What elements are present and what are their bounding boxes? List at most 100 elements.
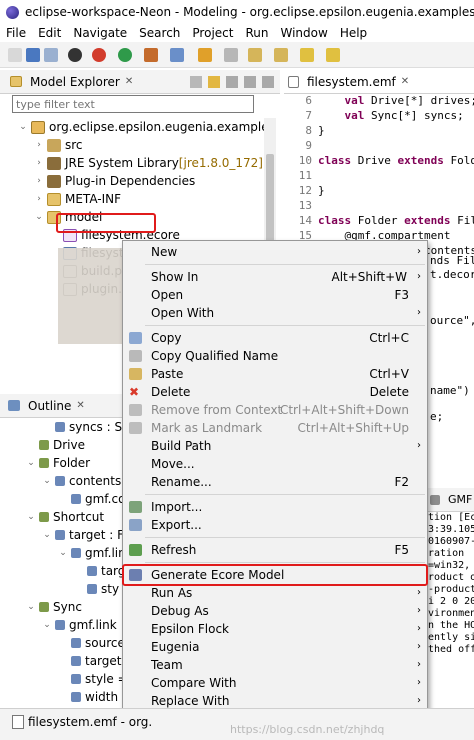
- menu-search[interactable]: Search: [133, 24, 186, 42]
- close-icon[interactable]: ✕: [125, 76, 133, 87]
- menu-item-run-as[interactable]: Run As ›: [123, 584, 427, 602]
- maximize-icon[interactable]: [262, 75, 274, 88]
- outline-item[interactable]: sty: [74, 580, 119, 598]
- view-menu-icon[interactable]: [226, 75, 238, 88]
- menu-item-show-in[interactable]: Show In Alt+Shift+W ›: [123, 268, 427, 286]
- menu-item-open-with[interactable]: Open With ›: [123, 304, 427, 322]
- menu-item-team[interactable]: Team ›: [123, 656, 427, 674]
- outline-item[interactable]: ⌄ Sync: [26, 598, 82, 616]
- outline-item[interactable]: width: [58, 688, 118, 706]
- new-icon[interactable]: [8, 48, 22, 62]
- chevron-down-icon[interactable]: ⌄: [18, 118, 28, 136]
- menu-file[interactable]: File: [0, 24, 32, 42]
- menu-item-eugenia[interactable]: Eugenia ›: [123, 638, 427, 656]
- save-all-icon[interactable]: [44, 48, 58, 62]
- menu-item-label: New: [151, 245, 178, 259]
- collapse-all-icon[interactable]: [190, 75, 202, 88]
- outline-item[interactable]: ⌄ Folder: [26, 454, 90, 472]
- menu-item-compare-with[interactable]: Compare With ›: [123, 674, 427, 692]
- chevron-down-icon[interactable]: ⌄: [34, 208, 44, 226]
- chevron-down-icon[interactable]: ⌄: [58, 544, 68, 562]
- filter-input[interactable]: [12, 95, 254, 113]
- outline-item[interactable]: style =: [58, 670, 122, 688]
- close-icon[interactable]: ✕: [401, 76, 409, 87]
- forward-icon[interactable]: [326, 48, 340, 62]
- chevron-down-icon[interactable]: ⌄: [42, 472, 52, 490]
- emf-file-icon: [288, 75, 299, 88]
- prev-annotation-icon[interactable]: [274, 48, 288, 62]
- outline-item[interactable]: ⌄ Shortcut: [26, 508, 104, 526]
- back-icon[interactable]: [300, 48, 314, 62]
- menu-item-refresh[interactable]: Refresh F5: [123, 541, 427, 559]
- minimize-icon[interactable]: [244, 75, 256, 88]
- toggle-icon[interactable]: [224, 48, 238, 62]
- folder-toolbar-icon[interactable]: [248, 48, 262, 62]
- menu-item-import[interactable]: Import...: [123, 498, 427, 516]
- chevron-right-icon[interactable]: ›: [34, 154, 44, 172]
- tree-item[interactable]: › src: [34, 136, 82, 154]
- menu-help[interactable]: Help: [334, 24, 373, 42]
- menu-item-build-path[interactable]: Build Path ›: [123, 437, 427, 455]
- chevron-down-icon[interactable]: ⌄: [26, 454, 36, 472]
- tree-item[interactable]: › JRE System Library [jre1.8.0_172]: [34, 154, 263, 172]
- menu-item-rename[interactable]: Rename... F2: [123, 473, 427, 491]
- outline-item[interactable]: ⌄ gmf.lin: [58, 544, 122, 562]
- outline-item[interactable]: ⌄ target : Fi: [42, 526, 122, 544]
- console-line: roduct on: [428, 572, 474, 583]
- chevron-right-icon: ›: [417, 587, 421, 598]
- tree-item[interactable]: › META-INF: [34, 190, 121, 208]
- menu-item-paste[interactable]: Paste Ctrl+V: [123, 365, 427, 383]
- outline-item-label: style =: [85, 672, 122, 686]
- menu-item-move[interactable]: Move...: [123, 455, 427, 473]
- window-title: eclipse-workspace-Neon - Modeling - org.…: [25, 5, 474, 19]
- debug-icon[interactable]: [68, 48, 82, 62]
- tree-item[interactable]: ⌄ org.eclipse.epsilon.eugenia.examples: [18, 118, 275, 136]
- tree-item[interactable]: › Plug-in Dependencies: [34, 172, 195, 190]
- explorer-scroll-thumb[interactable]: [266, 154, 274, 244]
- menu-item-epsilon-flock[interactable]: Epsilon Flock ›: [123, 620, 427, 638]
- outline-tab[interactable]: Outline ✕: [0, 394, 122, 418]
- outline-item[interactable]: targ: [74, 562, 122, 580]
- outline-element-icon: [55, 476, 65, 486]
- link-editor-icon[interactable]: [208, 75, 220, 88]
- external-tools-icon[interactable]: [92, 48, 106, 62]
- menu-item-export[interactable]: Export...: [123, 516, 427, 534]
- chevron-down-icon[interactable]: ⌄: [42, 616, 52, 634]
- gmf-tab[interactable]: GMF Do: [428, 488, 474, 512]
- outline-item[interactable]: Drive: [26, 436, 85, 454]
- chevron-right-icon: ›: [417, 271, 421, 282]
- menu-item-copy-qualified-name[interactable]: Copy Qualified Name: [123, 347, 427, 365]
- chevron-down-icon[interactable]: ⌄: [42, 526, 52, 544]
- edit-icon[interactable]: [198, 48, 212, 62]
- outline-item[interactable]: source: [58, 634, 122, 652]
- editor-tab[interactable]: filesystem.emf ✕: [284, 70, 474, 94]
- chevron-down-icon[interactable]: ⌄: [26, 508, 36, 526]
- outline-item[interactable]: syncs : Sy: [42, 418, 122, 436]
- outline-item[interactable]: ⌄ gmf.link: [42, 616, 116, 634]
- save-icon[interactable]: [26, 48, 40, 62]
- menu-run[interactable]: Run: [239, 24, 274, 42]
- menu-item-delete[interactable]: ✖ Delete Delete: [123, 383, 427, 401]
- close-icon[interactable]: ✕: [76, 400, 84, 411]
- menu-project[interactable]: Project: [186, 24, 239, 42]
- run-icon[interactable]: [118, 48, 132, 62]
- menu-item-debug-as[interactable]: Debug As ›: [123, 602, 427, 620]
- outline-item[interactable]: ⌄ contents :: [42, 472, 122, 490]
- search-icon[interactable]: [144, 48, 158, 62]
- open-type-icon[interactable]: [170, 48, 184, 62]
- outline-item[interactable]: gmf.co: [58, 490, 122, 508]
- model-explorer-tab[interactable]: Model Explorer ✕: [0, 70, 280, 94]
- chevron-down-icon[interactable]: ⌄: [26, 598, 36, 616]
- chevron-right-icon[interactable]: ›: [34, 172, 44, 190]
- menu-navigate[interactable]: Navigate: [67, 24, 133, 42]
- console-line: =win32, A: [428, 560, 471, 571]
- chevron-right-icon[interactable]: ›: [34, 190, 44, 208]
- code-line: class Folder extends File {: [318, 214, 474, 227]
- outline-item[interactable]: target: [58, 652, 122, 670]
- menu-item-new[interactable]: New ›: [123, 243, 427, 261]
- menu-edit[interactable]: Edit: [32, 24, 67, 42]
- chevron-right-icon[interactable]: ›: [34, 136, 44, 154]
- menu-item-copy[interactable]: Copy Ctrl+C: [123, 329, 427, 347]
- menu-window[interactable]: Window: [274, 24, 333, 42]
- menu-item-open[interactable]: Open F3: [123, 286, 427, 304]
